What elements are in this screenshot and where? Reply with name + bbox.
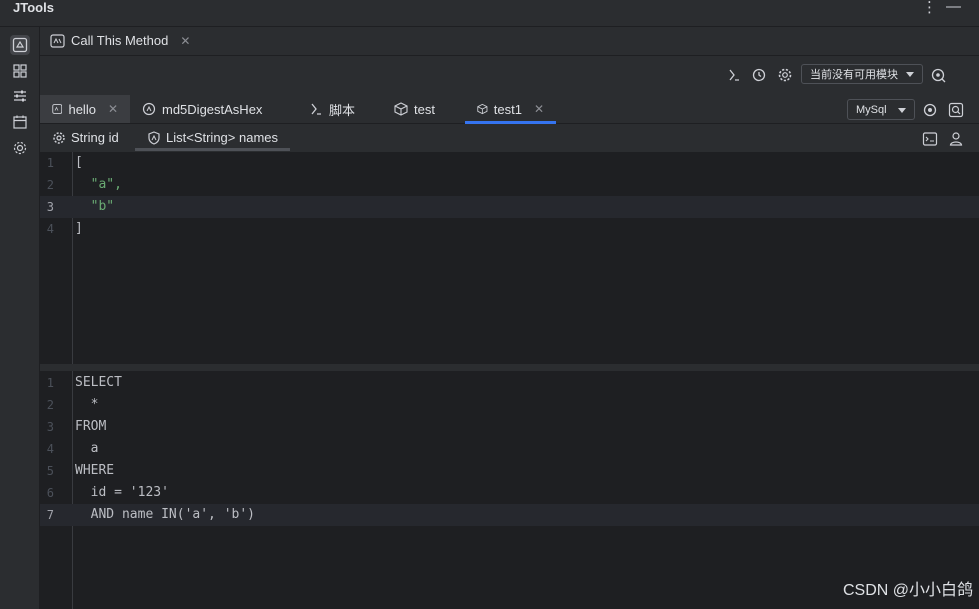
line-text: * xyxy=(75,397,99,412)
line-number: 4 xyxy=(46,442,54,456)
module-select[interactable]: 当前没有可用模块 xyxy=(801,64,923,84)
line-text: AND name IN('a', 'b') xyxy=(75,507,256,522)
line-number: 2 xyxy=(46,398,54,412)
close-icon[interactable]: ✕ xyxy=(534,102,544,116)
method-icon xyxy=(52,104,63,114)
tab-label: hello xyxy=(68,101,96,117)
tab-label: test xyxy=(414,101,435,117)
editor-tabbar: hello ✕ md5DigestAsHex 脚本 test test1 ✕ xyxy=(40,95,979,124)
module-select-value: 当前没有可用模块 xyxy=(810,69,898,81)
tab-label: Call This Method xyxy=(71,33,169,48)
tab-script[interactable]: 脚本 xyxy=(297,95,367,123)
line-number: 3 xyxy=(46,420,54,434)
param-tab-names[interactable]: List<String> names xyxy=(135,124,291,151)
sql-editor[interactable]: 1 SELECT 2 * 3 FROM 4 a 5 WHERE 6 id = '… xyxy=(40,371,979,609)
gear-icon[interactable] xyxy=(777,67,793,86)
tab-label: test1 xyxy=(493,101,522,117)
toolwindow-tabbar: Call This Method ✕ xyxy=(40,27,979,56)
close-icon[interactable]: ✕ xyxy=(108,102,118,116)
tab-test[interactable]: test xyxy=(382,95,447,123)
shield-icon xyxy=(148,130,160,145)
cube-icon xyxy=(477,103,488,115)
code-line: 4 a xyxy=(40,438,979,460)
chevron-down-icon xyxy=(906,72,914,77)
tab-md5digestashex[interactable]: md5DigestAsHex xyxy=(130,95,274,123)
left-toolbar xyxy=(0,27,40,609)
code-line: 2 "a", xyxy=(40,174,979,196)
line-number: 6 xyxy=(46,486,54,500)
user-icon[interactable] xyxy=(948,131,964,150)
code-line: 3 FROM xyxy=(40,416,979,438)
main-panel: Call This Method ✕ 当前没有可用模块 hello ✕ md5D… xyxy=(40,27,979,609)
code-line: 6 id = '123' xyxy=(40,482,979,504)
tab-test1[interactable]: test1 ✕ xyxy=(465,95,556,124)
line-number: 5 xyxy=(46,464,54,478)
param-tabbar: String id List<String> names xyxy=(40,124,979,151)
tab-label: md5DigestAsHex xyxy=(162,101,263,117)
search-icon[interactable] xyxy=(948,102,964,121)
database-select-value: MySql xyxy=(856,103,887,116)
cube-icon xyxy=(394,102,408,116)
tab-label: String id xyxy=(71,130,119,145)
gear-icon xyxy=(53,131,65,144)
line-text: [ xyxy=(75,155,83,170)
line-text: ] xyxy=(75,221,83,236)
editor-splitter[interactable] xyxy=(40,364,979,371)
tab-hello[interactable]: hello ✕ xyxy=(40,95,130,123)
current-code-line: 3 "b" xyxy=(40,196,979,218)
refresh-target-icon[interactable] xyxy=(930,67,946,86)
code-line: 2 * xyxy=(40,394,979,416)
line-text: "a", xyxy=(75,177,122,192)
database-select[interactable]: MySql xyxy=(847,99,915,120)
settings-icon[interactable] xyxy=(10,138,30,158)
target-icon[interactable] xyxy=(922,102,938,121)
groovy-icon[interactable] xyxy=(726,67,742,86)
tab-label: List<String> names xyxy=(166,130,279,145)
line-text: "b" xyxy=(75,199,115,214)
groovy-script-icon xyxy=(311,103,321,115)
watermark: CSDN @小小白鸽 xyxy=(842,582,973,599)
minimize-icon[interactable]: — xyxy=(946,0,961,15)
line-number: 4 xyxy=(46,222,54,236)
more-options-icon[interactable]: ⋮ xyxy=(922,0,937,16)
chevron-down-icon xyxy=(898,108,906,113)
sliders-icon[interactable] xyxy=(10,86,30,106)
line-text: FROM xyxy=(75,419,107,434)
grid-icon[interactable] xyxy=(10,61,30,81)
tab-label: 脚本 xyxy=(329,102,356,118)
line-text: WHERE xyxy=(75,463,115,478)
line-text: id = '123' xyxy=(75,485,169,500)
close-icon[interactable]: ✕ xyxy=(180,34,190,48)
code-line: 1 SELECT xyxy=(40,372,979,394)
code-line: 1 [ xyxy=(40,152,979,174)
json-editor[interactable]: 1 [ 2 "a", 3 "b" 4 ] xyxy=(40,152,979,364)
format-code-icon[interactable] xyxy=(922,131,938,150)
spring-method-icon xyxy=(142,102,156,116)
param-tab-string-id[interactable]: String id xyxy=(40,124,131,151)
title-bar: JTools ⋮ — xyxy=(0,0,979,27)
line-number: 7 xyxy=(46,508,54,522)
line-text: a xyxy=(75,441,99,456)
line-number: 2 xyxy=(46,178,54,192)
call-method-icon[interactable] xyxy=(10,35,30,55)
calendar-icon[interactable] xyxy=(10,112,30,132)
line-text: SELECT xyxy=(75,375,122,390)
code-line: 4 ] xyxy=(40,218,979,240)
history-icon[interactable] xyxy=(751,67,767,86)
method-window-icon xyxy=(50,33,65,48)
tab-call-this-method[interactable]: Call This Method ✕ xyxy=(50,33,190,48)
line-number: 1 xyxy=(46,376,54,390)
line-number: 1 xyxy=(46,156,54,170)
code-line: 5 WHERE xyxy=(40,460,979,482)
app-title: JTools xyxy=(13,0,54,15)
line-number: 3 xyxy=(46,200,54,214)
current-code-line: 7 AND name IN('a', 'b') xyxy=(40,504,979,526)
